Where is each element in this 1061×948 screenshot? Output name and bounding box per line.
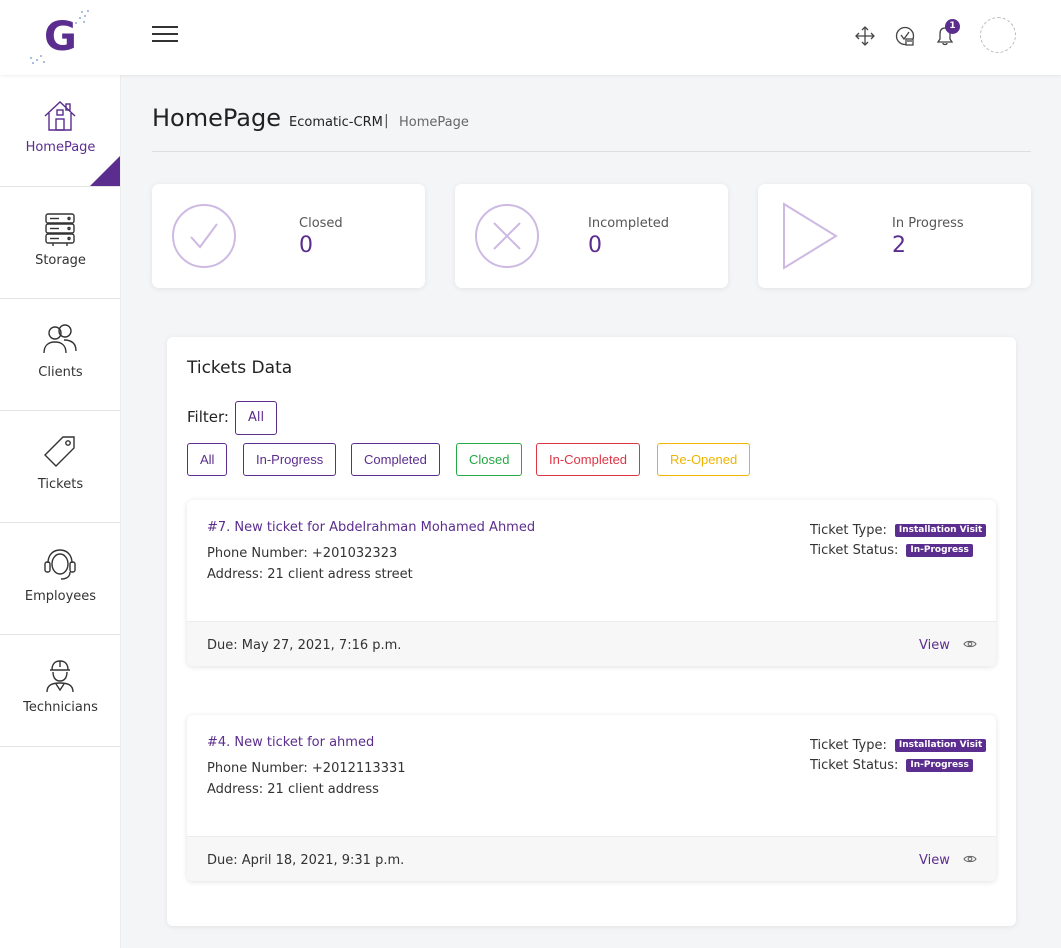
filter-in-progress-button[interactable]: In-Progress [243, 443, 337, 476]
headset-icon [44, 549, 76, 580]
sidebar-item-label: Tickets [37, 477, 84, 492]
ticket-type-badge: Installation Visit [894, 739, 987, 752]
tag-icon [44, 436, 75, 467]
filter-all-button[interactable]: All [187, 443, 228, 476]
stat-card-incompleted: Incompleted 0 [455, 184, 728, 288]
sidebar-item-label: HomePage [25, 140, 96, 155]
ticket-status-label: Ticket Status: [810, 758, 899, 773]
ticket-status-label: Ticket Status: [810, 543, 899, 558]
ticket-phone: Phone Number: +2012113331 [207, 761, 406, 776]
page-title: HomePage [152, 104, 281, 132]
top-bar: G 1 [0, 0, 1061, 75]
stat-label: In Progress [892, 216, 964, 231]
ticket-type-label: Ticket Type: [810, 523, 887, 538]
notifications-button[interactable]: 1 [933, 19, 960, 48]
eye-icon[interactable] [963, 638, 977, 650]
tickets-panel: Tickets Data Filter: All All In-Progress… [167, 337, 1016, 926]
sidebar-item-label: Storage [35, 253, 86, 268]
hamburger-line [152, 33, 178, 35]
sidebar-item-homepage[interactable]: HomePage [0, 75, 120, 187]
breadcrumb-home-link[interactable]: Ecomatic-CRM [289, 115, 383, 130]
users-icon [43, 324, 77, 354]
check-circle-icon [172, 204, 236, 268]
current-filter-button[interactable]: All [235, 401, 278, 435]
ticket-status-row: Ticket Status: In-Progress [810, 543, 973, 558]
ticket-phone: Phone Number: +201032323 [207, 546, 398, 561]
app-logo[interactable]: G [28, 8, 92, 66]
stat-card-closed: Closed 0 [152, 184, 425, 288]
panel-title: Tickets Data [187, 358, 293, 378]
ticket-due-date: Due: May 27, 2021, 7:16 p.m. [207, 638, 402, 653]
sidebar-item-storage[interactable]: Storage [0, 187, 120, 299]
sidebar: HomePage Storage Clients Tickets Employe… [0, 75, 121, 948]
sidebar-item-employees[interactable]: Employees [0, 523, 120, 635]
eye-icon[interactable] [963, 853, 977, 865]
stat-value: 0 [588, 233, 602, 258]
breadcrumb-current: HomePage [399, 115, 469, 130]
menu-toggle-button[interactable] [152, 26, 178, 44]
play-icon [783, 202, 838, 270]
sidebar-item-tickets[interactable]: Tickets [0, 411, 120, 523]
ticket-card: #7. New ticket for Abdelrahman Mohamed A… [187, 500, 996, 666]
sidebar-item-label: Employees [24, 589, 97, 604]
ticket-card: #4. New ticket for ahmed Phone Number: +… [187, 715, 996, 881]
x-circle-icon [475, 204, 539, 268]
filter-completed-button[interactable]: Completed [351, 443, 440, 476]
sidebar-item-clients[interactable]: Clients [0, 299, 120, 411]
filter-label: Filter: [187, 408, 229, 426]
sidebar-item-label: Clients [38, 365, 83, 380]
ticket-address: Address: 21 client address [207, 782, 379, 797]
user-avatar[interactable] [980, 17, 1016, 53]
title-divider [152, 151, 1031, 152]
stat-label: Closed [299, 216, 343, 231]
clock-icon [895, 26, 915, 46]
ticket-footer: Due: April 18, 2021, 9:31 p.m. View [187, 836, 996, 881]
server-icon [45, 213, 75, 246]
sidebar-item-label: Technicians [23, 700, 98, 715]
stat-value: 0 [299, 233, 313, 258]
stat-card-in-progress: In Progress 2 [758, 184, 1031, 288]
hamburger-line [152, 26, 178, 28]
ticket-status-row: Ticket Status: In-Progress [810, 758, 973, 773]
ticket-type-row: Ticket Type: Installation Visit [810, 738, 987, 753]
ticket-due-date: Due: April 18, 2021, 9:31 p.m. [207, 853, 405, 868]
active-indicator [90, 156, 120, 186]
ticket-type-row: Ticket Type: Installation Visit [810, 523, 987, 538]
stat-value: 2 [892, 233, 906, 258]
ticket-view-link[interactable]: View [919, 853, 950, 868]
ticket-type-badge: Installation Visit [894, 524, 987, 537]
fullscreen-button[interactable] [853, 24, 877, 48]
ticket-status-badge: In-Progress [906, 544, 973, 557]
ticket-title-link[interactable]: #7. New ticket for Abdelrahman Mohamed A… [207, 520, 535, 535]
stat-label: Incompleted [588, 216, 670, 231]
hamburger-line [152, 40, 178, 42]
ticket-type-label: Ticket Type: [810, 738, 887, 753]
ticket-title-link[interactable]: #4. New ticket for ahmed [207, 735, 374, 750]
ticket-view-link[interactable]: View [919, 638, 950, 653]
sidebar-item-technicians[interactable]: Technicians [0, 635, 120, 747]
notification-count-badge: 1 [945, 19, 960, 34]
logo-letter: G [44, 14, 77, 60]
ticket-address: Address: 21 client adress street [207, 567, 413, 582]
filter-re-opened-button[interactable]: Re-Opened [657, 443, 751, 476]
calendar-clock-button[interactable] [893, 24, 917, 48]
breadcrumb-separator: | [384, 113, 389, 129]
worker-helmet-icon [46, 660, 74, 693]
ticket-footer: Due: May 27, 2021, 7:16 p.m. View [187, 621, 996, 666]
home-icon [44, 101, 76, 131]
filter-closed-button[interactable]: Closed [456, 443, 523, 476]
move-arrows-icon [855, 26, 875, 46]
ticket-status-badge: In-Progress [906, 759, 973, 772]
filter-in-completed-button[interactable]: In-Completed [536, 443, 641, 476]
